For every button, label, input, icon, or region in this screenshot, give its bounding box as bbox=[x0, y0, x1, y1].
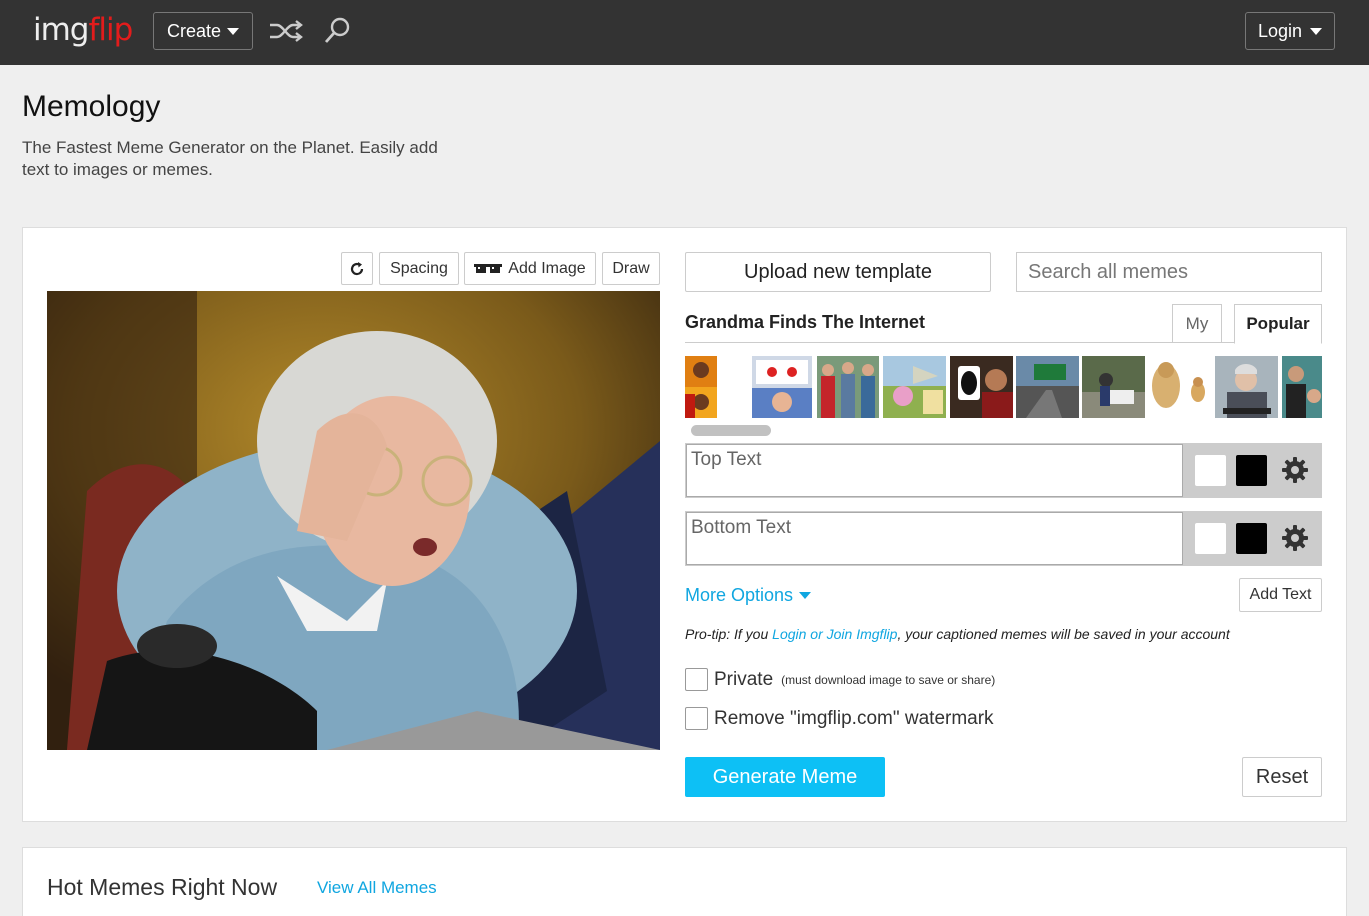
thumbnail-batman[interactable] bbox=[1282, 356, 1322, 418]
text-color-swatch[interactable] bbox=[1236, 455, 1267, 486]
create-menu-button[interactable]: Create bbox=[153, 12, 253, 50]
generate-meme-button[interactable]: Generate Meme bbox=[685, 757, 885, 797]
more-options-label: More Options bbox=[685, 585, 794, 605]
outline-color-swatch[interactable] bbox=[1195, 523, 1226, 554]
private-label: Private bbox=[714, 668, 774, 690]
rotate-button[interactable] bbox=[341, 252, 373, 285]
thumbnail-running-man[interactable] bbox=[1082, 356, 1145, 418]
remove-watermark-label: Remove "imgflip.com" watermark bbox=[714, 707, 994, 729]
top-navbar: imgflip Create Login bbox=[0, 0, 1369, 65]
text-color-swatch[interactable] bbox=[1236, 523, 1267, 554]
hot-memes-title: Hot Memes Right Now bbox=[47, 874, 278, 900]
private-option: Private (must download image to save or … bbox=[685, 668, 995, 691]
page-description: The Fastest Meme Generator on the Planet… bbox=[22, 138, 438, 179]
remove-watermark-checkbox[interactable] bbox=[685, 707, 708, 730]
top-text-row bbox=[685, 443, 1322, 498]
login-label: Login bbox=[1257, 20, 1303, 41]
reset-button[interactable]: Reset bbox=[1242, 757, 1322, 797]
thumbnail-two-buttons[interactable] bbox=[752, 356, 812, 418]
meme-generator-panel: Spacing Add Image Draw Upload new templa… bbox=[22, 227, 1347, 822]
login-menu-button[interactable]: Login bbox=[1245, 12, 1335, 50]
current-template-title: Grandma Finds The Internet bbox=[685, 312, 926, 332]
private-note: (must download image to save or share) bbox=[781, 672, 996, 687]
draw-button[interactable]: Draw bbox=[602, 252, 660, 285]
add-image-button[interactable]: Add Image bbox=[464, 252, 596, 285]
gear-icon[interactable] bbox=[1281, 456, 1309, 484]
login-join-link[interactable]: Login or Join Imgflip bbox=[772, 626, 897, 642]
hot-memes-section: Hot Memes Right Now View All Memes bbox=[22, 847, 1347, 916]
add-text-button[interactable]: Add Text bbox=[1239, 578, 1322, 612]
tab-divider bbox=[685, 342, 1322, 343]
thumbnail-scrollbar[interactable] bbox=[691, 425, 771, 436]
thumbnail-distracted-boyfriend[interactable] bbox=[817, 356, 879, 418]
page-title: Memology bbox=[22, 90, 161, 123]
search-memes-input[interactable] bbox=[1016, 252, 1322, 292]
thumbnail-drake[interactable] bbox=[685, 356, 717, 418]
tab-popular[interactable]: Popular bbox=[1234, 304, 1322, 344]
outline-color-swatch[interactable] bbox=[1195, 455, 1226, 486]
upload-template-button[interactable]: Upload new template bbox=[685, 252, 991, 292]
bottom-text-input[interactable] bbox=[686, 512, 1183, 565]
chevron-down-icon bbox=[799, 592, 812, 599]
spacing-label: Spacing bbox=[390, 259, 448, 277]
thumbnail-uno-draw-25[interactable] bbox=[950, 356, 1013, 418]
view-all-memes-link[interactable]: View All Memes bbox=[317, 878, 437, 898]
watermark-option: Remove "imgflip.com" watermark bbox=[685, 707, 994, 730]
thumbnail-bernie[interactable] bbox=[1215, 356, 1278, 418]
imgflip-logo[interactable]: imgflip bbox=[33, 10, 134, 50]
more-options-toggle[interactable]: More Options bbox=[685, 585, 812, 606]
spacing-button[interactable]: Spacing bbox=[379, 252, 459, 285]
shuffle-icon[interactable] bbox=[268, 18, 304, 44]
meme-template-image[interactable] bbox=[47, 291, 660, 750]
thumbnail-left-exit[interactable] bbox=[1016, 356, 1079, 418]
chevron-down-icon bbox=[1310, 27, 1323, 35]
private-checkbox[interactable] bbox=[685, 668, 708, 691]
thumbnail-buff-doge[interactable] bbox=[1148, 356, 1211, 418]
logo-text-flip: flip bbox=[88, 12, 134, 48]
tab-my[interactable]: My bbox=[1172, 304, 1222, 343]
bottom-text-row bbox=[685, 511, 1322, 566]
thumbnail-comic-panel[interactable] bbox=[883, 356, 946, 418]
pro-tip: Pro-tip: If you Login or Join Imgflip, y… bbox=[685, 626, 1230, 642]
chevron-down-icon bbox=[227, 27, 240, 35]
sunglasses-icon bbox=[474, 263, 503, 273]
add-image-label: Add Image bbox=[508, 259, 586, 277]
gear-icon[interactable] bbox=[1281, 524, 1309, 552]
create-label: Create bbox=[166, 20, 222, 41]
protip-suffix: , your captioned memes will be saved in … bbox=[897, 626, 1230, 642]
search-icon[interactable] bbox=[322, 16, 352, 46]
rotate-icon bbox=[350, 261, 364, 275]
template-thumbnail-strip bbox=[685, 356, 1322, 418]
top-text-input[interactable] bbox=[686, 444, 1183, 497]
protip-prefix: Pro-tip: If you bbox=[685, 626, 773, 642]
draw-label: Draw bbox=[612, 259, 650, 277]
logo-text-img: img bbox=[33, 12, 89, 48]
